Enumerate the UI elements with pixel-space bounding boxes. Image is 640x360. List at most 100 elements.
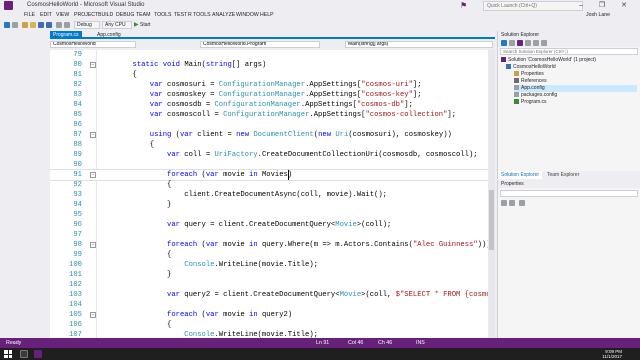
code-text[interactable]: var cosmosuri = ConfigurationManager.App… <box>98 80 422 90</box>
code-text[interactable]: Console.WriteLine(movie.Title); <box>98 330 318 338</box>
tree-program-cs[interactable]: Program.cs <box>514 99 637 106</box>
code-line[interactable]: 102 <box>50 280 488 290</box>
code-text[interactable]: var cosmosdb = ConfigurationManager.AppS… <box>98 100 413 110</box>
code-line[interactable]: 94 } <box>50 200 488 210</box>
se-refresh-icon[interactable] <box>533 40 539 46</box>
categorized-icon[interactable] <box>501 200 507 206</box>
code-line[interactable]: 88 { <box>50 140 488 150</box>
quick-launch-input[interactable]: Quick Launch (Ctrl+Q) <box>483 1 583 11</box>
code-text[interactable]: var cosmoskey = ConfigurationManager.App… <box>98 90 422 100</box>
member-dropdown[interactable]: Main(string[] args) <box>345 41 493 48</box>
tree-references[interactable]: References <box>514 78 637 85</box>
notification-flag-icon[interactable]: ⚑ <box>460 1 469 10</box>
project-dropdown[interactable]: CosmosHelloWorld <box>50 41 136 48</box>
se-back-icon[interactable] <box>501 40 507 46</box>
collapse-outline-icon[interactable]: − <box>90 132 96 138</box>
code-text[interactable]: var query = client.CreateDocumentQuery<M… <box>98 220 391 230</box>
se-home-icon[interactable] <box>517 40 523 46</box>
code-text[interactable]: client.CreateDocumentAsync(coll, movie).… <box>98 190 387 200</box>
signed-in-user[interactable]: Josh Lane <box>586 12 610 18</box>
collapse-outline-icon[interactable]: − <box>90 62 96 68</box>
code-line[interactable]: 89 var coll = UriFactory.CreateDocumentC… <box>50 150 488 160</box>
open-file-icon[interactable] <box>30 22 36 28</box>
tab-app-config[interactable]: App.config <box>94 31 124 39</box>
code-text[interactable]: } <box>98 200 171 210</box>
solution-config-dropdown[interactable]: Debug <box>74 21 100 29</box>
code-line[interactable]: 104 <box>50 300 488 310</box>
code-line[interactable]: 80 static void Main(string[] args) <box>50 60 488 70</box>
menu-tools[interactable]: TOOLS <box>154 12 172 18</box>
code-text[interactable]: Console.WriteLine(movie.Title); <box>98 260 318 270</box>
alphabetical-icon[interactable] <box>509 200 515 206</box>
tree-app-config[interactable]: App.config <box>514 85 637 92</box>
code-text[interactable]: { <box>98 180 171 190</box>
tree-properties[interactable]: Properties <box>514 71 637 78</box>
code-text[interactable]: var query2 = client.CreateDocumentQuery<… <box>98 290 488 300</box>
back-icon[interactable] <box>4 22 10 28</box>
code-line[interactable]: 103 var query2 = client.CreateDocumentQu… <box>50 290 488 300</box>
code-line[interactable]: 79 <box>50 50 488 60</box>
code-line[interactable]: 81 { <box>50 70 488 80</box>
se-collapse-icon[interactable] <box>541 40 547 46</box>
save-all-icon[interactable] <box>46 22 52 28</box>
code-line[interactable]: 90 <box>50 160 488 170</box>
code-line[interactable]: 87 using (var client = new DocumentClien… <box>50 130 488 140</box>
code-line[interactable]: 106 { <box>50 320 488 330</box>
menu-build[interactable]: BUILD <box>98 12 113 18</box>
code-line[interactable]: 101 } <box>50 270 488 280</box>
code-line[interactable]: 105 foreach (var movie in query2) <box>50 310 488 320</box>
code-line[interactable]: 86 <box>50 120 488 130</box>
code-line[interactable]: 98 foreach (var movie in query.Where(m =… <box>50 240 488 250</box>
code-text[interactable]: { <box>98 320 171 330</box>
code-line[interactable]: 92 { <box>50 180 488 190</box>
windows-start-icon[interactable] <box>4 350 12 358</box>
search-icon[interactable] <box>20 350 28 358</box>
property-pages-icon[interactable] <box>519 200 525 206</box>
menu-file[interactable]: FILE <box>24 12 35 18</box>
solution-explorer-search[interactable]: Search Solution Explorer (Ctrl+;) <box>500 48 638 55</box>
code-line[interactable]: 83 var cosmoskey = ConfigurationManager.… <box>50 90 488 100</box>
code-line[interactable]: 93 client.CreateDocumentAsync(coll, movi… <box>50 190 488 200</box>
code-text[interactable]: { <box>98 250 171 260</box>
tree-project[interactable]: CosmosHelloWorld <box>506 64 637 71</box>
collapse-outline-icon[interactable]: − <box>90 312 96 318</box>
redo-icon[interactable] <box>64 22 70 28</box>
code-text[interactable]: { <box>98 140 154 150</box>
code-line[interactable]: 96 var query = client.CreateDocumentQuer… <box>50 220 488 230</box>
code-text[interactable]: } <box>98 270 171 280</box>
code-line[interactable]: 82 var cosmosuri = ConfigurationManager.… <box>50 80 488 90</box>
code-text[interactable]: var coll = UriFactory.CreateDocumentColl… <box>98 150 478 160</box>
code-text[interactable]: { <box>98 70 137 80</box>
code-line[interactable]: 91 foreach (var movie in Movies) <box>50 169 488 181</box>
properties-grid[interactable] <box>500 209 638 334</box>
tab-team-explorer[interactable]: Team Explorer <box>544 171 582 179</box>
code-line[interactable]: 95 <box>50 210 488 220</box>
menu-view[interactable]: VIEW <box>56 12 69 18</box>
save-icon[interactable] <box>38 22 44 28</box>
window-controls[interactable]: – ❐ ✕ <box>579 1 634 9</box>
undo-icon[interactable] <box>56 22 62 28</box>
code-text[interactable]: foreach (var movie in Movies) <box>98 170 292 180</box>
tree-packages-config[interactable]: packages.config <box>514 92 637 99</box>
code-line[interactable]: 97 <box>50 230 488 240</box>
menu-analyze[interactable]: ANALYZE <box>212 12 235 18</box>
tree-solution[interactable]: Solution 'CosmosHelloWorld' (1 project) <box>501 57 637 64</box>
code-text[interactable]: var cosmoscoll = ConfigurationManager.Ap… <box>98 110 456 120</box>
code-line[interactable]: 85 var cosmoscoll = ConfigurationManager… <box>50 110 488 120</box>
menu-r-tools[interactable]: R TOOLS <box>188 12 211 18</box>
editor-scroll-thumb[interactable] <box>489 190 494 250</box>
se-sync-icon[interactable] <box>525 40 531 46</box>
new-project-icon[interactable] <box>22 22 28 28</box>
properties-object-dropdown[interactable] <box>500 190 638 197</box>
menu-window[interactable]: WINDOW <box>236 12 259 18</box>
menu-project[interactable]: PROJECT <box>74 12 98 18</box>
code-text[interactable]: static void Main(string[] args) <box>98 60 267 70</box>
collapse-outline-icon[interactable]: − <box>90 242 96 248</box>
menu-debug[interactable]: DEBUG <box>116 12 134 18</box>
se-forward-icon[interactable] <box>509 40 515 46</box>
menu-test[interactable]: TEST <box>174 12 187 18</box>
tab-program-cs[interactable]: Program.cs <box>50 31 82 39</box>
code-line[interactable]: 100 Console.WriteLine(movie.Title); <box>50 260 488 270</box>
code-line[interactable]: 99 { <box>50 250 488 260</box>
menu-edit[interactable]: EDIT <box>40 12 52 18</box>
